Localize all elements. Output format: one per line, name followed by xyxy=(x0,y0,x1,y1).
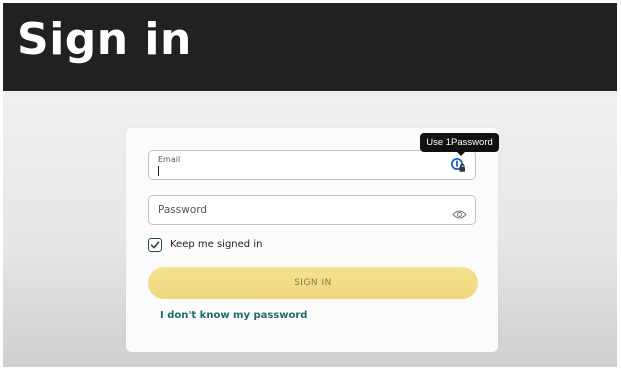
1password-icon[interactable] xyxy=(450,157,466,173)
tooltip-arrow xyxy=(457,152,465,156)
screenshot-frame: Sign in Email Use 1Password Password Kee… xyxy=(3,3,617,367)
email-field[interactable]: Email xyxy=(148,150,476,180)
sign-in-button[interactable]: SIGN IN xyxy=(148,267,478,299)
eye-icon[interactable] xyxy=(452,205,467,219)
password-field[interactable]: Password xyxy=(148,195,476,225)
email-label: Email xyxy=(158,155,181,164)
keep-signed-in-label[interactable]: Keep me signed in xyxy=(170,239,262,250)
title-banner: Sign in xyxy=(3,3,617,91)
keep-signed-in-checkbox[interactable] xyxy=(148,238,162,252)
text-caret xyxy=(158,166,159,176)
checkmark-icon xyxy=(150,241,160,249)
page-title: Sign in xyxy=(17,14,192,65)
1password-tooltip: Use 1Password xyxy=(420,133,499,152)
password-placeholder: Password xyxy=(158,204,208,216)
signin-card: Email Use 1Password Password Keep me sig… xyxy=(126,128,499,352)
forgot-password-link[interactable]: I don't know my password xyxy=(160,310,307,321)
